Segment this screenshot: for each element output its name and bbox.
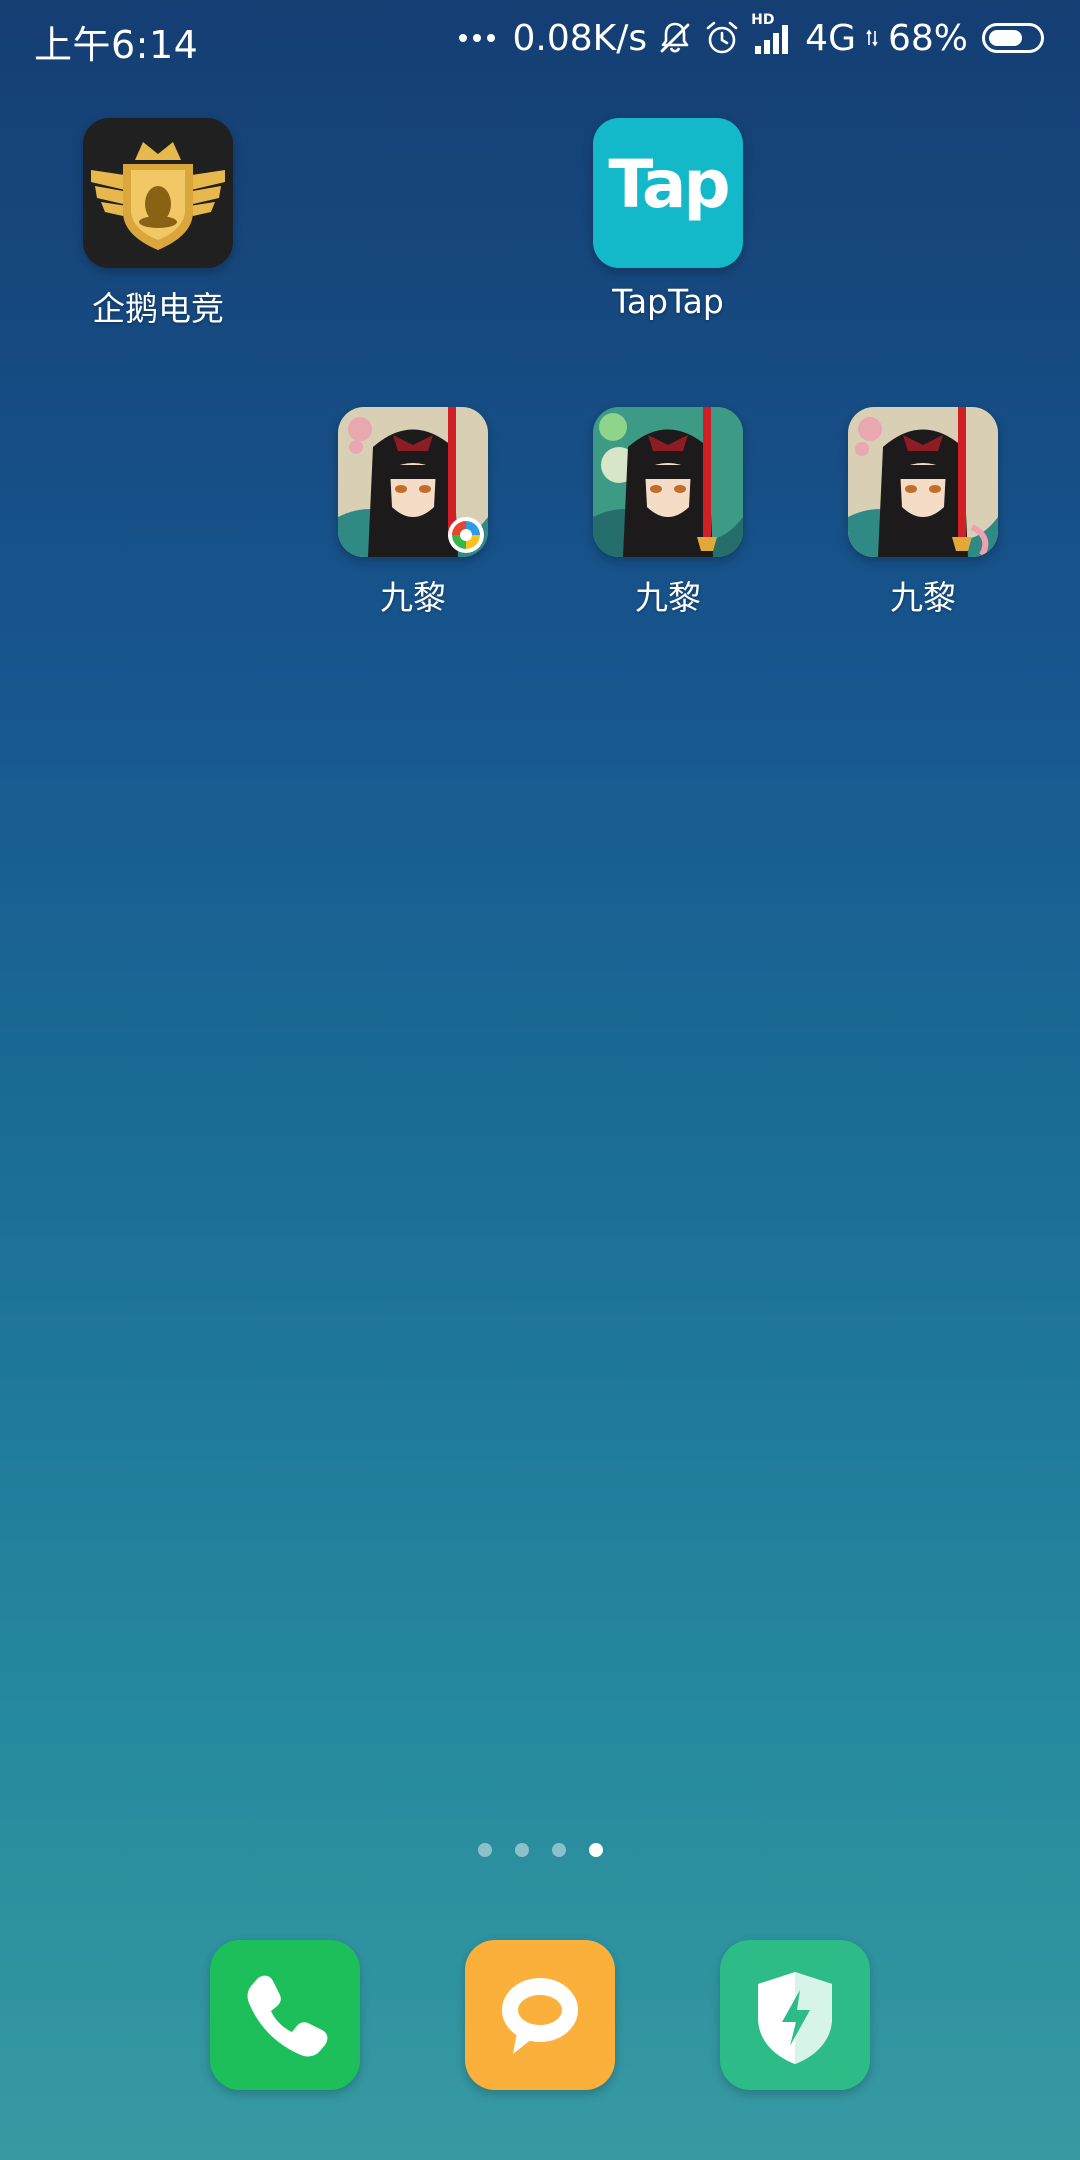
data-arrows-icon [866, 29, 878, 47]
jiuli-game-icon [338, 407, 488, 557]
app-jiuli-2[interactable]: 九黎 [548, 407, 788, 619]
phone-icon [247, 1975, 328, 2057]
status-time: 上午6:14 [34, 23, 199, 67]
battery-level [989, 30, 1022, 46]
page-dot[interactable] [551, 1843, 566, 1857]
dock-phone-app[interactable] [210, 1940, 360, 2090]
penguin-esports-icon [83, 118, 233, 268]
more-dots-icon [458, 34, 495, 42]
taptap-logo-text: Tap [608, 146, 730, 223]
app-label: 九黎 [635, 578, 701, 617]
alarm-clock-icon [706, 21, 738, 54]
app-label: 九黎 [380, 578, 446, 617]
jiuli-game-icon [593, 407, 743, 557]
security-shield-icon [758, 1972, 832, 2064]
app-jiuli-1[interactable]: 九黎 [293, 407, 533, 619]
network-speed: 0.08K/s [512, 17, 648, 59]
signal-bars-icon: HD [751, 12, 795, 56]
game-badge-icon [448, 517, 484, 553]
app-jiuli-3[interactable]: 九黎 [803, 407, 1043, 619]
messages-icon [502, 1978, 578, 2054]
taptap-icon: Tap [593, 118, 743, 268]
jiuli-game-icon [848, 407, 998, 557]
app-label: 企鹅电竞 [92, 289, 224, 328]
page-dot[interactable] [477, 1843, 492, 1857]
page-dot[interactable] [514, 1843, 529, 1857]
app-taptap[interactable]: Tap TapTap [548, 118, 788, 321]
network-type: 4G [805, 17, 856, 59]
page-indicator[interactable] [0, 1843, 1080, 1857]
silent-bell-icon [660, 22, 690, 53]
battery-icon [982, 23, 1044, 53]
dock-messages-app[interactable] [465, 1940, 615, 2090]
page-dot-active[interactable] [588, 1843, 603, 1857]
status-bar: 上午6:14 0.08K/s HD 4G 68% [0, 0, 1080, 78]
app-penguin-esports[interactable]: 企鹅电竞 [38, 118, 278, 330]
app-label: TapTap [612, 282, 724, 321]
dock-security-app[interactable] [720, 1940, 870, 2090]
status-icons: 0.08K/s HD 4G 68% [458, 12, 1044, 64]
app-label: 九黎 [890, 578, 956, 617]
battery-percent: 68% [887, 17, 968, 59]
